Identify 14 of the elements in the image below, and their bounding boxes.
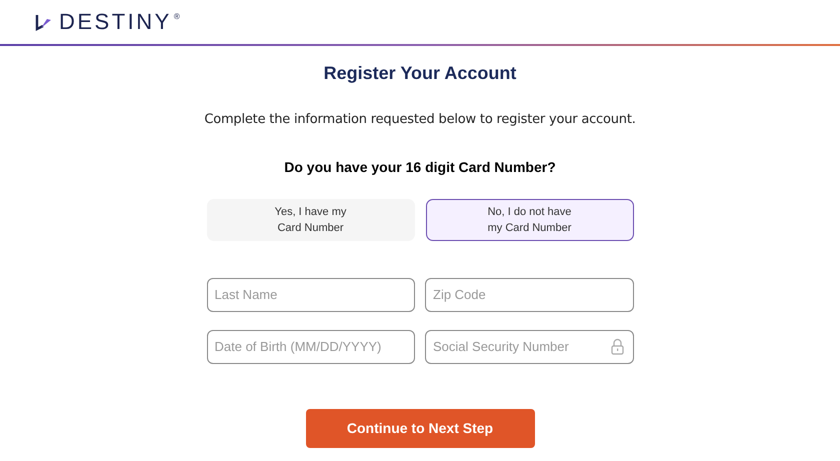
input-field[interactable]: Date of Birth (MM/DD/YYYY): [206, 330, 415, 364]
continue-button[interactable]: Continue to Next Step: [306, 408, 534, 448]
logo-text: DESTINY: [59, 11, 172, 33]
lock-icon: [610, 338, 624, 354]
registered-mark: ®: [174, 11, 180, 23]
input-field[interactable]: Zip Code: [425, 278, 634, 312]
input-field[interactable]: Last Name: [206, 278, 415, 312]
page-title: Register Your Account: [324, 62, 516, 85]
card-option-button[interactable]: No, I do not have my Card Number: [426, 198, 634, 240]
input-field[interactable]: Social Security Number: [425, 330, 634, 364]
intro-text: Complete the information requested below to register your account.: [204, 111, 636, 129]
question-text: Do you have your 16 digit Card Number?: [284, 158, 556, 177]
card-option-button[interactable]: Yes, I have my Card Number: [206, 198, 414, 240]
logo-icon: [35, 14, 53, 30]
